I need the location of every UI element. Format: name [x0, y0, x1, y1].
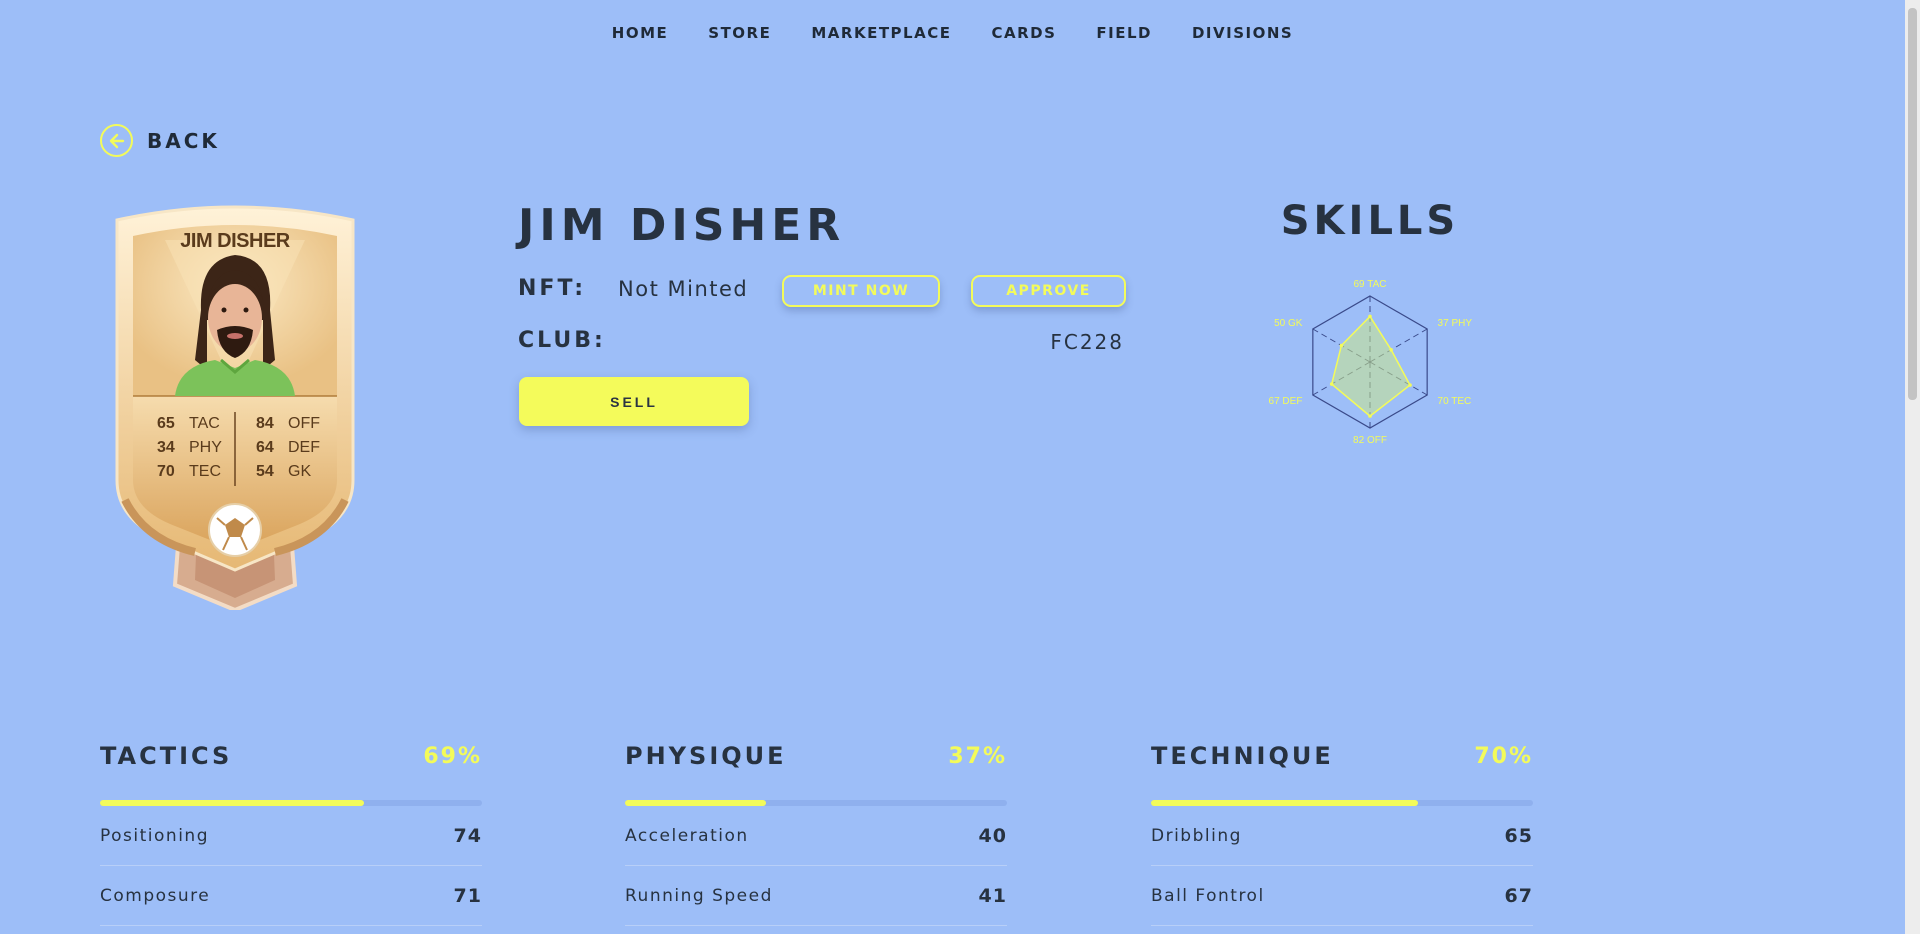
skills-title: SKILLS — [1280, 198, 1460, 244]
card-stat-label: PHY — [189, 439, 222, 456]
back-label: BACK — [147, 128, 220, 153]
skill-value: 40 — [978, 824, 1007, 847]
card-stat-label: TEC — [189, 463, 221, 480]
card-stat-label: DEF — [288, 439, 320, 456]
radar-label: 82 OFF — [1353, 435, 1387, 446]
section-percent: 37% — [948, 743, 1007, 769]
radar-label: 67 DEF — [1269, 396, 1303, 407]
nav-field[interactable]: FIELD — [1096, 24, 1152, 42]
skill-row: Running Speed 41 — [625, 866, 1007, 926]
radar-label: 37 PHY — [1438, 318, 1473, 329]
nft-label: NFT: — [518, 276, 587, 301]
card-stat-value: 54 — [256, 463, 274, 480]
card-stat-row: 65 TAC 84 OFF — [157, 412, 327, 436]
progress-bar — [1151, 800, 1533, 806]
radar-label: 69 TAC — [1354, 279, 1387, 290]
card-stat-value: 64 — [256, 439, 274, 456]
skill-label: Positioning — [100, 825, 209, 846]
nft-row: NFT: Not Minted — [518, 276, 748, 301]
technique-section: TECHNIQUE 70% Dribbling 65 Ball Fontrol 67 — [1151, 742, 1533, 926]
card-stat-value: 70 — [157, 463, 175, 480]
skills-radar-chart: 69 TAC 37 PHY 70 TEC 82 OFF 67 DEF 50 GK — [1269, 279, 1473, 446]
section-title: TECHNIQUE — [1151, 742, 1334, 770]
progress-fill — [625, 800, 767, 806]
skill-label: Ball Fontrol — [1151, 885, 1265, 906]
card-stat-value: 65 — [157, 415, 175, 432]
card-stat-label: OFF — [288, 415, 320, 432]
skill-row: Dribbling 65 — [1151, 806, 1533, 866]
nft-status: Not Minted — [618, 276, 749, 301]
progress-bar — [625, 800, 1007, 806]
arrow-left-icon — [109, 133, 124, 148]
player-name: JIM DISHER — [518, 200, 846, 251]
radar-point — [1408, 383, 1412, 387]
section-title: PHYSIQUE — [625, 742, 787, 770]
nav-marketplace[interactable]: MARKETPLACE — [811, 24, 951, 42]
nav-cards[interactable]: CARDS — [991, 24, 1056, 42]
nav-divisions[interactable]: DIVISIONS — [1192, 24, 1293, 42]
skill-row: Composure 71 — [100, 866, 482, 926]
skill-row: Acceleration 40 — [625, 806, 1007, 866]
nav-home[interactable]: HOME — [612, 24, 668, 42]
mint-now-button[interactable]: MINT NOW — [782, 275, 940, 307]
radar-point — [1368, 314, 1372, 319]
skill-value: 65 — [1504, 824, 1533, 847]
arrow-left-circle-icon — [100, 124, 133, 157]
card-player-name: JIM DISHER — [180, 230, 290, 252]
card-stat-label: TAC — [189, 415, 220, 432]
club-label: CLUB: — [518, 328, 606, 353]
radar-point — [1389, 347, 1393, 352]
approve-button[interactable]: APPROVE — [971, 275, 1126, 307]
card-frame — [115, 205, 355, 613]
skill-value: 67 — [1504, 884, 1533, 907]
radar-data-area — [1330, 315, 1411, 418]
skill-value: 74 — [453, 824, 482, 847]
player-card: JIM DISHER 65 TAC 84 OFF 34 PHY 64 DEF 70 TEC… — [105, 200, 365, 613]
skill-row: Ball Fontrol 67 — [1151, 866, 1533, 926]
skill-row: Positioning 74 — [100, 806, 482, 866]
card-stat-value: 84 — [256, 415, 274, 432]
card-stat-value: 34 — [157, 439, 175, 456]
skill-value: 41 — [978, 884, 1007, 907]
radar-label: 70 TEC — [1438, 396, 1472, 407]
progress-bar — [100, 800, 482, 806]
skill-label: Composure — [100, 885, 211, 906]
card-stat-label: GK — [288, 463, 312, 480]
skill-label: Running Speed — [625, 885, 773, 906]
radar-point — [1329, 382, 1334, 386]
section-percent: 69% — [423, 743, 482, 769]
card-stat-row: 34 PHY 64 DEF — [157, 436, 327, 460]
physique-section: PHYSIQUE 37% Acceleration 40 Running Spee… — [625, 742, 1007, 926]
top-nav: HOME STORE MARKETPLACE CARDS FIELD DIVIS… — [0, 24, 1905, 42]
back-button[interactable]: BACK — [100, 124, 220, 157]
skill-label: Acceleration — [625, 825, 749, 846]
skill-label: Dribbling — [1151, 825, 1242, 846]
section-percent: 70% — [1474, 743, 1533, 769]
tactics-section: TACTICS 69% Positioning 74 Composure 71 — [100, 742, 482, 926]
card-stat-row: 70 TEC 54 GK — [157, 460, 327, 484]
skill-value: 71 — [453, 884, 482, 907]
progress-fill — [1151, 800, 1419, 806]
nav-store[interactable]: STORE — [708, 24, 771, 42]
radar-label: 50 GK — [1274, 318, 1303, 329]
page-scrollbar[interactable] — [1905, 0, 1920, 934]
radar-point — [1339, 343, 1344, 348]
section-title: TACTICS — [100, 742, 233, 770]
card-stats: 65 TAC 84 OFF 34 PHY 64 DEF 70 TEC 54 GK — [157, 412, 327, 484]
scrollbar-thumb[interactable] — [1908, 8, 1917, 400]
progress-fill — [100, 800, 364, 806]
sell-button[interactable]: SELL — [519, 377, 749, 426]
club-value: FC228 — [1050, 330, 1124, 354]
radar-point — [1368, 414, 1372, 418]
